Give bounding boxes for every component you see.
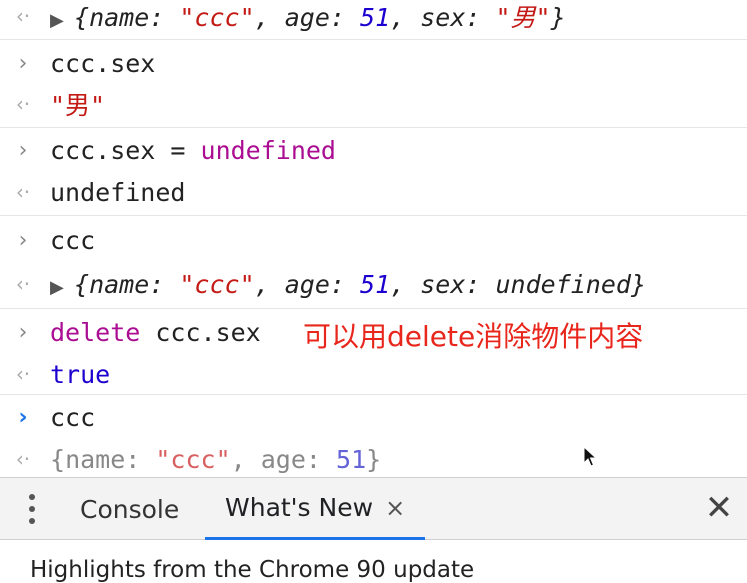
brace: { [74,269,90,299]
prop-value: 51 [360,3,391,32]
input-prompt-icon: › [18,227,28,253]
separator: , [390,269,421,299]
result-arrow-icon: ‹· [15,447,31,471]
prop-key: age: [284,3,361,32]
input-text[interactable]: ccc [50,403,95,432]
mouse-pointer-icon [583,446,597,467]
prop-key: sex: [420,3,496,32]
prop-key: name: [89,3,180,32]
result-text[interactable]: undefined [50,178,185,207]
prop-value: 51 [360,269,391,299]
separator: , [230,444,261,474]
prop-value: "ccc" [179,269,255,299]
code-text: ccc.sex [140,317,261,347]
expand-triangle-icon[interactable]: ▶ [50,10,74,31]
code-text: ccc.sex = [50,135,201,165]
console-input-line: › ccc [0,220,747,260]
prop-key: age: [284,269,361,299]
console-entry: › ccc.sex = undefined ‹· undefined [0,128,747,216]
object-preview[interactable]: ▶ {name: "ccc", age: 51, sex: "男"} [50,0,566,34]
prop-value: "ccc" [179,3,255,32]
input-text[interactable]: ccc.sex [50,49,155,78]
input-prompt-icon: › [18,404,28,430]
tab-close-icon[interactable]: × [385,494,405,522]
console-eager-result-line: ‹· {name: "ccc", age: 51} [0,439,747,477]
brace: { [50,444,66,474]
brace: } [550,3,566,32]
prop-value: "男" [495,3,551,32]
prop-key: name: [65,444,156,474]
console-result-line: ‹· ▶ {name: "ccc", age: 51, sex: undefine… [0,264,747,304]
input-text[interactable]: delete ccc.sex [50,318,261,347]
prop-key: name: [89,269,180,299]
brace: { [74,3,90,32]
more-vert-icon[interactable] [22,492,42,526]
prop-value: "ccc" [155,444,231,474]
result-text[interactable]: "男" [50,86,105,122]
prop-value: 51 [336,444,367,474]
input-prompt-icon: › [18,137,28,163]
input-prompt-icon: › [18,319,28,345]
separator: , [254,3,285,32]
input-text[interactable]: ccc.sex = undefined [50,136,336,165]
console-entry: › ccc.sex ‹· "男" [0,40,747,128]
console-entry: › ccc ‹· {name: "ccc", age: 51} [0,395,747,477]
console-result-line: ‹· true [0,354,747,394]
separator: , [254,269,285,299]
separator: , [390,3,421,32]
result-arrow-icon: ‹· [15,362,31,386]
console-input-line: › ccc.sex [0,43,747,83]
result-text[interactable]: true [50,360,110,389]
prop-key: sex: [420,269,496,299]
code-keyword: undefined [200,135,336,165]
brace: } [366,444,382,474]
result-arrow-icon: ‹· [15,4,31,28]
drawer-panel: Console What's New × ✕ Highlights from t… [0,477,747,583]
console-entry: ‹· ▶ {name: "ccc", age: 51, sex: "男"} [0,0,747,40]
tab-whats-new[interactable]: What's New × [205,478,426,540]
console-entry: › ccc ‹· ▶ {name: "ccc", age: 51, sex: un… [0,216,747,309]
tab-console[interactable]: Console [80,478,179,540]
tab-label: Console [80,494,180,524]
result-arrow-icon: ‹· [15,180,31,204]
console-output[interactable]: ‹· ▶ {name: "ccc", age: 51, sex: "男"} › c… [0,0,747,477]
console-input-line: › ccc [0,397,747,437]
object-preview[interactable]: ▶ {name: "ccc", age: 51, sex: undefined} [50,270,646,299]
prop-value: undefined [495,269,631,299]
whats-new-heading: Highlights from the Chrome 90 update [30,557,475,583]
input-prompt-icon: › [18,50,28,76]
console-input-line: › ccc.sex = undefined [0,130,747,170]
prop-key: age: [260,444,337,474]
tab-label: What's New [225,493,374,522]
result-arrow-icon: ‹· [15,272,31,296]
expand-triangle-icon[interactable]: ▶ [50,277,74,298]
console-result-line: ‹· "男" [0,84,747,124]
object-preview[interactable]: {name: "ccc", age: 51} [50,445,381,474]
input-text[interactable]: ccc [50,226,95,255]
drawer-tabbar: Console What's New × ✕ [0,477,747,540]
code-keyword: delete [50,317,141,347]
console-result-line: ‹· ▶ {name: "ccc", age: 51, sex: "男"} [0,0,747,36]
console-result-line: ‹· undefined [0,172,747,212]
annotation-text: 可以用delete消除物件内容 [303,320,644,353]
close-drawer-icon[interactable]: ✕ [699,488,739,528]
brace: } [630,269,647,299]
result-arrow-icon: ‹· [15,92,31,116]
